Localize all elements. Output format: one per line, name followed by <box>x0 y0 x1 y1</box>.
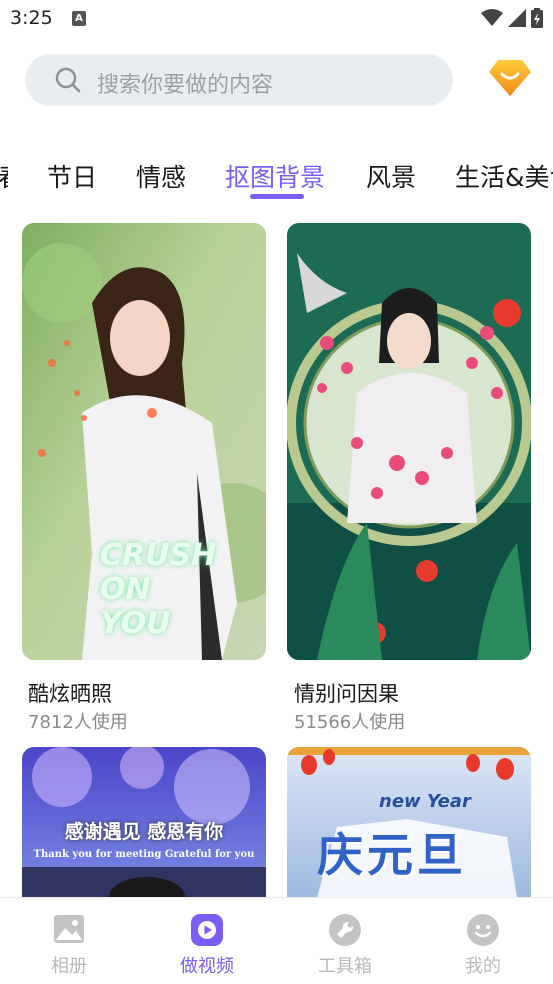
status-time: 3:25 <box>10 7 53 29</box>
tab-cutout-background[interactable]: 抠图背景 <box>225 158 325 194</box>
card-overlay-title: 感谢遇见 感恩有你 <box>64 821 224 843</box>
status-bar: 3:25 A <box>0 0 553 36</box>
tab-holiday[interactable]: 节日 <box>47 158 97 194</box>
tab-scenery[interactable]: 风景 <box>366 158 416 194</box>
nav-label: 工具箱 <box>318 956 372 977</box>
battery-icon <box>531 8 543 28</box>
nav-item-album[interactable]: 相册 <box>0 898 138 984</box>
nav-item-mine[interactable]: 我的 <box>414 898 552 984</box>
smiley-icon <box>467 914 499 946</box>
card-overlay-text: CRUSH ON YOU <box>100 538 217 641</box>
card-thumbnail <box>287 223 531 660</box>
bottom-navigation: 相册 做视频 工具箱 我的 <box>0 897 553 984</box>
wifi-icon <box>481 9 503 26</box>
search-icon <box>55 67 81 93</box>
search-placeholder: 搜索你要做的内容 <box>97 73 274 98</box>
card-title: 情别问因果 <box>294 682 399 706</box>
card-title: 酷炫晒照 <box>28 682 112 706</box>
tab-life-food[interactable]: 生活&美食 <box>455 158 553 194</box>
card-overlay-cn: 庆元旦 <box>317 828 467 882</box>
tab-partial[interactable]: 春 <box>0 158 8 194</box>
photo-album-icon <box>54 915 84 943</box>
nav-label: 相册 <box>51 956 87 977</box>
play-icon <box>191 914 223 946</box>
vip-diamond-icon[interactable] <box>488 58 532 98</box>
search-bar[interactable]: 搜索你要做的内容 <box>25 54 453 106</box>
wrench-icon <box>329 914 361 946</box>
card-overlay-title: new Year <box>379 791 471 812</box>
nav-item-make-video[interactable]: 做视频 <box>138 898 276 984</box>
signal-icon <box>508 9 526 27</box>
nav-label: 做视频 <box>180 956 234 977</box>
notification-icon: A <box>72 11 86 26</box>
template-card[interactable]: CRUSH ON YOU <box>22 223 266 660</box>
card-usage: 51566人使用 <box>294 712 406 733</box>
card-usage: 7812人使用 <box>28 712 128 733</box>
template-card[interactable] <box>287 223 531 660</box>
template-card[interactable]: new Year 庆元旦 <box>287 747 531 897</box>
tab-emotion[interactable]: 情感 <box>136 158 186 194</box>
nav-item-toolbox[interactable]: 工具箱 <box>276 898 414 984</box>
card-overlay-subtitle: Thank you for meeting Grateful for you <box>33 849 255 860</box>
nav-label: 我的 <box>465 956 501 977</box>
status-icons <box>481 8 543 28</box>
template-card[interactable]: 感谢遇见 感恩有你 Thank you for meeting Grateful… <box>22 747 266 897</box>
tab-indicator <box>250 194 304 199</box>
